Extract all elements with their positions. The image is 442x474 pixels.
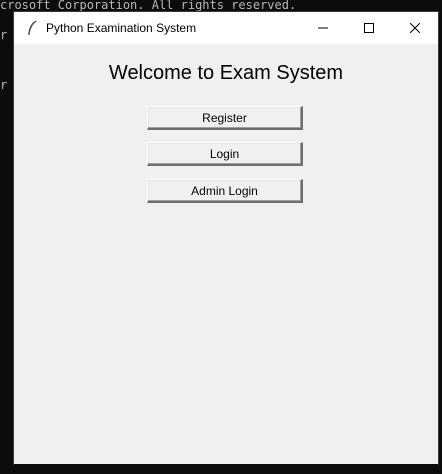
minimize-button[interactable] (300, 12, 346, 44)
login-button[interactable]: Login (147, 142, 303, 166)
maximize-icon (364, 23, 374, 33)
window-title: Python Examination System (46, 21, 197, 35)
close-icon (410, 23, 420, 33)
register-button[interactable]: Register (147, 106, 303, 130)
welcome-heading: Welcome to Exam System (108, 62, 344, 84)
admin-login-button[interactable]: Admin Login (147, 179, 303, 203)
maximize-button[interactable] (346, 12, 392, 44)
feather-icon (18, 12, 46, 44)
close-button[interactable] (392, 12, 438, 44)
title-bar[interactable]: Python Examination System (14, 12, 438, 44)
window-controls (300, 12, 438, 44)
terminal-cursor-fragment-2: r (0, 78, 8, 92)
minimize-icon (318, 27, 328, 29)
terminal-cursor-fragment: r (0, 28, 8, 42)
app-window: Python Examination System Welcome to Exa… (14, 12, 438, 464)
taskbar-edge (14, 464, 438, 474)
terminal-text-line: crosoft Corporation. All rights reserved… (0, 0, 297, 12)
window-client-area: Welcome to Exam System Register Login Ad… (14, 44, 438, 464)
